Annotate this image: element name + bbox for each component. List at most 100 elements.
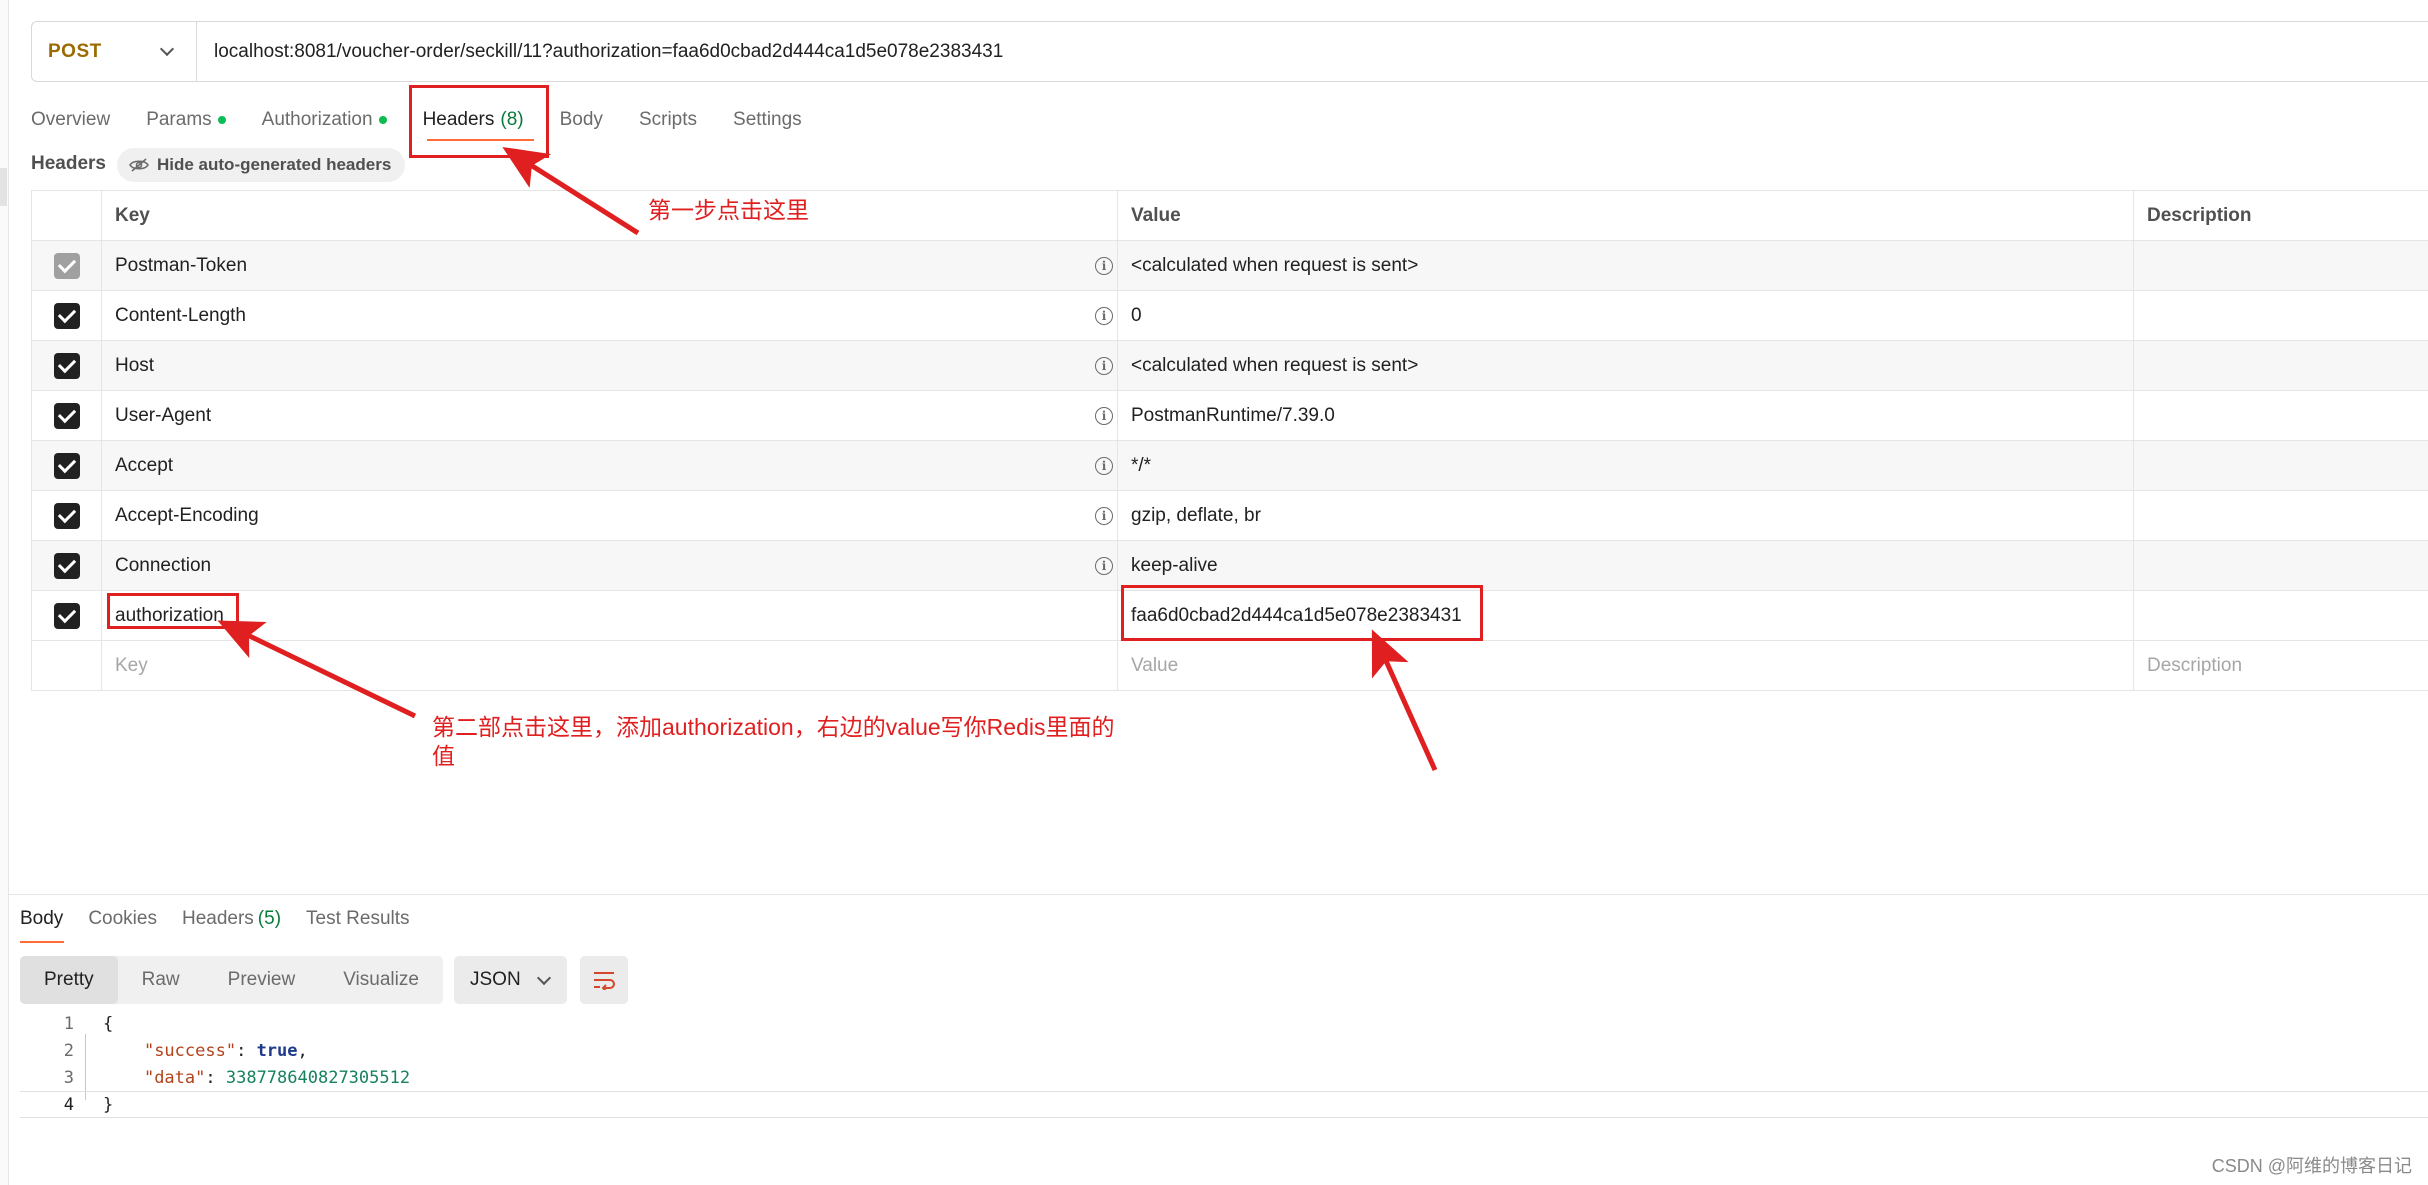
left-edge-panel xyxy=(0,0,9,1185)
header-key: Content-Length xyxy=(115,304,246,326)
annotation-box-authorization-value xyxy=(1121,585,1483,641)
info-icon[interactable]: i xyxy=(1095,456,1113,475)
response-tab-cookies[interactable]: Cookies xyxy=(88,908,157,930)
header-key: Postman-Token xyxy=(115,254,248,276)
eye-off-icon xyxy=(129,158,149,172)
response-tab-test-results[interactable]: Test Results xyxy=(306,908,409,930)
headers-section-title: Headers xyxy=(31,153,106,174)
table-row: User-Agent i PostmanRuntime/7.39.0 xyxy=(32,391,2428,441)
column-header-key: Key xyxy=(102,191,1118,240)
header-value: <calculated when request is sent> xyxy=(1118,341,2134,390)
header-value: gzip, deflate, br xyxy=(1118,491,2134,540)
table-row: Accept i */* xyxy=(32,441,2428,491)
header-value: */* xyxy=(1118,441,2134,490)
info-icon[interactable]: i xyxy=(1095,256,1113,275)
line-number: 2 xyxy=(63,1040,74,1061)
response-tab-body[interactable]: Body xyxy=(20,908,63,930)
row-checkbox[interactable] xyxy=(53,502,80,529)
table-header-row: Key Value Description xyxy=(32,191,2428,241)
table-row: Accept-Encoding i gzip, deflate, br xyxy=(32,491,2428,541)
tab-authorization[interactable]: Authorization xyxy=(262,109,387,131)
chevron-down-icon xyxy=(536,970,552,985)
view-mode-group: Pretty Raw Preview Visualize xyxy=(20,956,443,1004)
code-line: 3 "data": 338778640827305512 xyxy=(20,1064,2428,1091)
response-body-code: 1 { 2 "success": true, 3 "data": 3387786… xyxy=(20,1010,2428,1118)
view-preview-button[interactable]: Preview xyxy=(204,956,320,1004)
header-key: Accept-Encoding xyxy=(115,504,259,526)
info-icon[interactable]: i xyxy=(1095,356,1113,375)
response-tab-headers[interactable]: Headers (5) xyxy=(182,908,281,930)
row-checkbox[interactable] xyxy=(53,552,80,579)
table-row: Content-Length i 0 xyxy=(32,291,2428,341)
annotation-step2-line2: 值 xyxy=(432,743,455,769)
new-header-row: Key Value Description xyxy=(32,641,2428,691)
new-key-input[interactable]: Key xyxy=(102,641,1118,690)
tab-overview[interactable]: Overview xyxy=(31,109,110,131)
json-key: "data" xyxy=(143,1067,206,1088)
header-description xyxy=(2134,241,2428,290)
header-value: PostmanRuntime/7.39.0 xyxy=(1118,391,2134,440)
row-checkbox[interactable] xyxy=(53,602,80,629)
header-value: <calculated when request is sent> xyxy=(1118,241,2134,290)
params-status-dot xyxy=(217,116,226,124)
table-row: Connection i keep-alive xyxy=(32,541,2428,591)
row-checkbox[interactable] xyxy=(53,352,80,379)
json-value: true xyxy=(256,1040,298,1061)
hide-auto-headers-button[interactable]: Hide auto-generated headers xyxy=(117,148,406,182)
view-pretty-button[interactable]: Pretty xyxy=(20,956,118,1004)
line-number: 1 xyxy=(63,1013,74,1034)
new-description-input[interactable]: Description xyxy=(2134,641,2428,690)
header-description-field[interactable] xyxy=(2134,591,2428,640)
wrap-lines-icon xyxy=(594,972,615,990)
wrap-lines-button[interactable] xyxy=(580,956,628,1004)
header-key: Connection xyxy=(115,554,212,576)
row-checkbox[interactable] xyxy=(53,252,80,279)
header-key-field[interactable]: authorization xyxy=(102,591,1118,640)
header-description xyxy=(2134,541,2428,590)
request-url-bar: POST xyxy=(31,21,2428,82)
code-line: 1 { xyxy=(20,1010,2428,1037)
info-icon[interactable]: i xyxy=(1095,306,1113,325)
header-description xyxy=(2134,441,2428,490)
line-number: 3 xyxy=(63,1067,74,1088)
code-line: 4 } xyxy=(20,1091,2428,1118)
row-checkbox[interactable] xyxy=(53,302,80,329)
info-icon[interactable]: i xyxy=(1095,556,1113,575)
method-label: POST xyxy=(48,40,102,62)
response-tabs: Body Cookies Headers (5) Test Results xyxy=(20,905,435,933)
tab-params[interactable]: Params xyxy=(146,109,226,131)
header-select-column xyxy=(32,191,102,240)
format-select[interactable]: JSON xyxy=(454,956,567,1004)
header-key: User-Agent xyxy=(115,404,212,426)
annotation-box-headers-tab xyxy=(409,85,549,158)
header-value: 0 xyxy=(1118,291,2134,340)
info-icon[interactable]: i xyxy=(1095,406,1113,425)
header-key: Accept xyxy=(115,454,174,476)
tab-settings[interactable]: Settings xyxy=(733,109,802,131)
watermark: CSDN @阿维的博客日记 xyxy=(2211,1156,2412,1176)
response-active-tab-underline xyxy=(20,941,64,943)
new-value-input[interactable]: Value xyxy=(1118,641,2134,690)
url-input[interactable] xyxy=(197,22,2428,81)
column-header-description: Description xyxy=(2147,204,2252,226)
line-number: 4 xyxy=(63,1094,74,1115)
chevron-down-icon xyxy=(159,41,175,57)
row-checkbox[interactable] xyxy=(53,452,80,479)
json-key: "success" xyxy=(143,1040,237,1061)
response-headers-count: (5) xyxy=(257,908,282,929)
header-description xyxy=(2134,391,2428,440)
tab-scripts[interactable]: Scripts xyxy=(639,109,697,131)
row-checkbox[interactable] xyxy=(53,402,80,429)
tab-body[interactable]: Body xyxy=(560,109,603,131)
code-line: 2 "success": true, xyxy=(20,1037,2428,1064)
table-row: Postman-Token i <calculated when request … xyxy=(32,241,2428,291)
header-description xyxy=(2134,291,2428,340)
method-select[interactable]: POST xyxy=(32,22,197,81)
hide-auto-headers-label: Hide auto-generated headers xyxy=(157,155,392,174)
annotation-step2-line1: 第二部点击这里，添加authorization，右边的value写你Redis里… xyxy=(432,714,1115,740)
view-visualize-button[interactable]: Visualize xyxy=(319,956,443,1004)
header-description xyxy=(2134,341,2428,390)
annotation-step1: 第一步点击这里 xyxy=(648,197,809,223)
view-raw-button[interactable]: Raw xyxy=(118,956,204,1004)
info-icon[interactable]: i xyxy=(1095,506,1113,525)
